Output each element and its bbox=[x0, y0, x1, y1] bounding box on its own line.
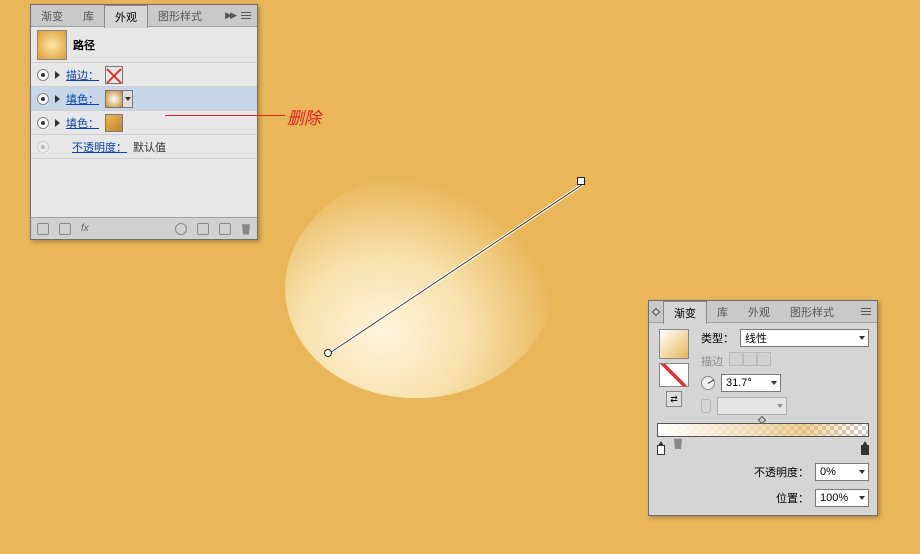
type-label: 类型： bbox=[701, 330, 734, 346]
fill-swatch-dropdown[interactable] bbox=[105, 90, 133, 108]
gradient-stop-end[interactable] bbox=[861, 445, 869, 455]
location-value: 100% bbox=[820, 492, 848, 504]
stroke-fill-proxy-icon[interactable] bbox=[659, 363, 689, 387]
stroke-mode-label: 描边 bbox=[701, 353, 723, 369]
opacity-label: 不透明度： bbox=[754, 464, 809, 480]
angle-input[interactable]: 31.7° bbox=[721, 374, 781, 392]
visibility-icon-dim bbox=[37, 141, 49, 153]
panel-menu-icon[interactable] bbox=[241, 12, 251, 19]
tab-gradient[interactable]: 渐变 bbox=[663, 301, 707, 324]
visibility-icon[interactable] bbox=[37, 117, 49, 129]
gradient-origin-handle[interactable] bbox=[324, 349, 332, 357]
opacity-value: 0% bbox=[820, 466, 836, 478]
clear-icon[interactable] bbox=[59, 223, 71, 235]
type-select[interactable]: 线性 bbox=[740, 329, 869, 347]
location-input[interactable]: 100% bbox=[815, 489, 869, 507]
aspect-input bbox=[717, 397, 787, 415]
selection-label: 路径 bbox=[73, 37, 95, 53]
stroke-swatch-none-icon[interactable] bbox=[105, 66, 123, 84]
gradient-bar[interactable] bbox=[657, 423, 869, 437]
delete-stop-trash-icon[interactable] bbox=[673, 437, 683, 449]
fill-label[interactable]: 填色： bbox=[66, 115, 99, 131]
angle-row: 31.7° bbox=[701, 374, 869, 392]
type-row: 类型： 线性 bbox=[701, 329, 869, 347]
fill-swatch-orange-icon[interactable] bbox=[105, 114, 123, 132]
tab-graphic-styles[interactable]: 图形样式 bbox=[148, 5, 212, 27]
aspect-controls bbox=[717, 397, 787, 415]
fx-label[interactable]: fx bbox=[81, 223, 89, 234]
annotation-text: 删除 bbox=[287, 104, 321, 129]
opacity-input[interactable]: 0% bbox=[815, 463, 869, 481]
gradient-preview-icon[interactable] bbox=[659, 329, 689, 359]
stroke-label[interactable]: 描边： bbox=[66, 67, 99, 83]
aspect-row bbox=[701, 397, 869, 415]
fill-label[interactable]: 填色： bbox=[66, 91, 99, 107]
trash-icon[interactable] bbox=[241, 223, 251, 235]
tab-graphic-styles[interactable]: 图形样式 bbox=[780, 301, 844, 323]
appearance-footer: fx bbox=[31, 217, 257, 239]
gradient-stop-start[interactable] bbox=[657, 445, 665, 455]
collapse-icon[interactable]: ▶▶ bbox=[225, 10, 235, 21]
fill-swatch-radial-icon bbox=[105, 90, 123, 108]
expand-icon[interactable] bbox=[55, 71, 60, 79]
annotation-line bbox=[165, 115, 285, 116]
tab-appearance[interactable]: 外观 bbox=[104, 5, 148, 28]
expand-diamond-icon[interactable] bbox=[652, 307, 660, 315]
gradient-slider[interactable] bbox=[657, 423, 869, 455]
new-art-icon[interactable] bbox=[37, 223, 49, 235]
opacity-row: 不透明度： 0% bbox=[657, 463, 869, 481]
tab-library[interactable]: 库 bbox=[707, 301, 738, 323]
angle-icon bbox=[701, 376, 715, 390]
stroke-mode-icons bbox=[729, 352, 771, 369]
location-label: 位置： bbox=[776, 490, 809, 506]
canvas-ellipse[interactable] bbox=[276, 161, 565, 410]
reverse-gradient-button[interactable]: ⇄ bbox=[666, 391, 682, 407]
angle-value: 31.7° bbox=[726, 377, 752, 389]
appearance-body: 路径 描边： 填色： 填色： 不透明度： 默认值 bbox=[31, 27, 257, 217]
new-icon[interactable] bbox=[219, 223, 231, 235]
gradient-tabs: 渐变 库 外观 图形样式 bbox=[649, 301, 877, 323]
gradient-end-handle[interactable] bbox=[577, 177, 585, 185]
link-icon bbox=[701, 399, 711, 413]
selection-header: 路径 bbox=[31, 27, 257, 63]
expand-icon[interactable] bbox=[55, 95, 60, 103]
visibility-icon[interactable] bbox=[37, 69, 49, 81]
appearance-panel: 渐变 库 外观 图形样式 ▶▶ 路径 描边： 填色： bbox=[30, 4, 258, 240]
opacity-value: 默认值 bbox=[133, 139, 166, 155]
expand-icon[interactable] bbox=[55, 119, 60, 127]
gradient-panel: 渐变 库 外观 图形样式 ⇄ 类型： 线性 描边 bbox=[648, 300, 878, 516]
opacity-label[interactable]: 不透明度： bbox=[72, 139, 127, 155]
visibility-icon[interactable] bbox=[37, 93, 49, 105]
attr-row-stroke[interactable]: 描边： bbox=[31, 63, 257, 87]
chevron-down-icon[interactable] bbox=[123, 90, 133, 108]
attr-row-fill-1[interactable]: 填色： bbox=[31, 87, 257, 111]
gradient-body: ⇄ 类型： 线性 描边 31.7° bbox=[649, 323, 877, 515]
appearance-tabs: 渐变 库 外观 图形样式 ▶▶ bbox=[31, 5, 257, 27]
tab-gradient[interactable]: 渐变 bbox=[31, 5, 73, 27]
type-value: 线性 bbox=[745, 330, 767, 346]
no-icon[interactable] bbox=[175, 223, 187, 235]
attr-row-opacity[interactable]: 不透明度： 默认值 bbox=[31, 135, 257, 159]
appearance-blank bbox=[31, 159, 257, 217]
stroke-mode-row: 描边 bbox=[701, 352, 869, 369]
duplicate-icon[interactable] bbox=[197, 223, 209, 235]
location-row: 位置： 100% bbox=[657, 489, 869, 507]
tab-library[interactable]: 库 bbox=[73, 5, 104, 27]
panel-menu-icon[interactable] bbox=[861, 308, 871, 315]
tab-appearance[interactable]: 外观 bbox=[738, 301, 780, 323]
selection-thumb-icon bbox=[37, 30, 67, 60]
